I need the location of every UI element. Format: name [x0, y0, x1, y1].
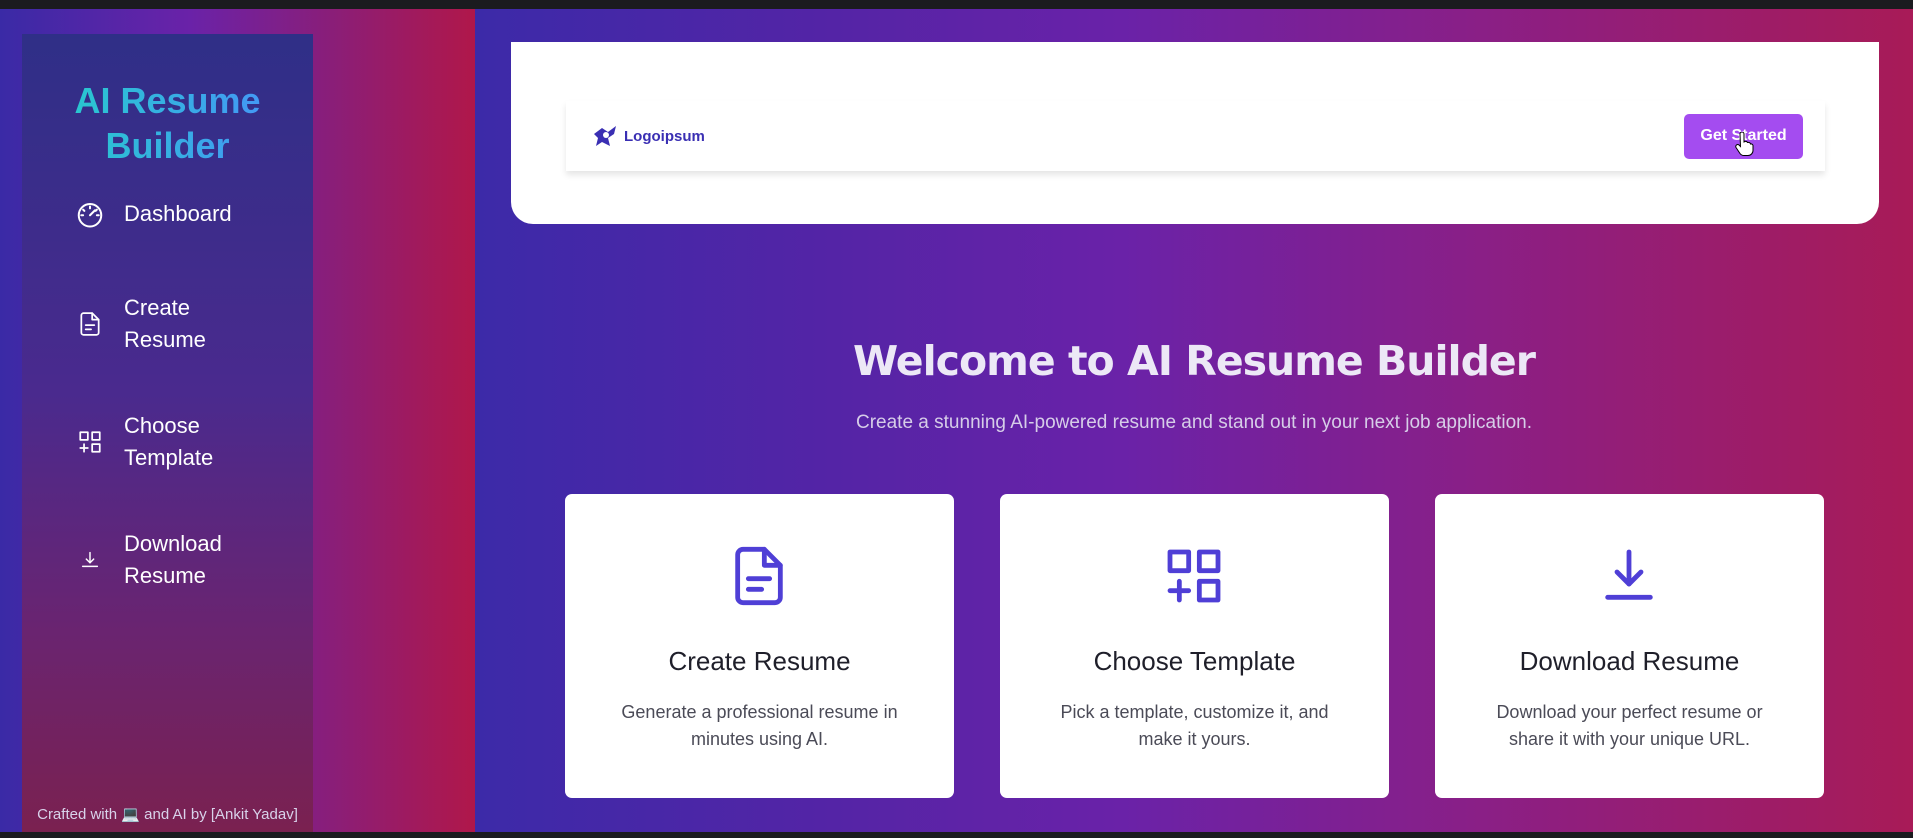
left-panel: AI Resume Builder Dashboard Create Resum…: [0, 9, 475, 832]
navbar: Logoipsum Get Started: [566, 101, 1825, 171]
feature-title: Create Resume: [668, 646, 851, 676]
feature-description: Download your perfect resume or share it…: [1496, 702, 1763, 749]
grid-plus-icon: [74, 426, 106, 458]
download-icon: [1605, 549, 1653, 600]
feature-card-choose-template[interactable]: Choose Template Pick a template, customi…: [1000, 494, 1389, 798]
sidebar-item-label: Create Resume: [124, 295, 206, 352]
sidebar-item-dashboard[interactable]: Dashboard: [74, 198, 254, 230]
file-text-icon: [74, 308, 106, 340]
sidebar: AI Resume Builder Dashboard Create Resum…: [22, 34, 313, 832]
feature-card-create-resume[interactable]: Create Resume Generate a professional re…: [565, 494, 954, 798]
logo[interactable]: Logoipsum: [590, 120, 705, 152]
app-title: AI Resume Builder: [22, 78, 313, 168]
window-bottom-bar: [0, 832, 1913, 838]
sidebar-item-label: Choose Template: [124, 413, 214, 470]
hand-pointer-icon: [1735, 131, 1754, 156]
grid-plus-icon: [1167, 549, 1221, 603]
main-content: Logoipsum Get Started Welcome to AI Resu…: [475, 9, 1913, 832]
gauge-icon: [74, 198, 106, 230]
feature-card-download-resume[interactable]: Download Resume Download your perfect re…: [1435, 494, 1824, 798]
welcome-heading: Welcome to AI Resume Builder: [853, 337, 1536, 385]
get-started-button[interactable]: Get Started: [1684, 113, 1803, 159]
feature-description: Generate a professional resume in minute…: [621, 702, 898, 749]
window-top-bar: [0, 0, 1913, 9]
sidebar-footer: Crafted with 💻 and AI by [Ankit Yadav]: [37, 806, 298, 823]
sidebar-item-create-resume[interactable]: Create Resume: [74, 292, 254, 356]
sidebar-item-label: Dashboard: [124, 201, 232, 226]
logo-text: Logoipsum: [624, 127, 705, 145]
logo-mark-icon: [594, 126, 616, 146]
sidebar-item-choose-template[interactable]: Choose Template: [74, 410, 254, 474]
feature-title: Download Resume: [1519, 646, 1740, 676]
sidebar-item-download-resume[interactable]: Download Resume: [74, 528, 254, 592]
welcome-subtitle: Create a stunning AI-powered resume and …: [856, 412, 1532, 433]
sidebar-item-label: Download Resume: [124, 531, 222, 588]
feature-title: Choose Template: [1093, 646, 1296, 676]
feature-description: Pick a template, customize it, and make …: [1060, 702, 1329, 749]
file-text-icon: [735, 546, 783, 606]
download-icon: [74, 544, 106, 576]
header-card: Logoipsum Get Started: [511, 42, 1879, 224]
